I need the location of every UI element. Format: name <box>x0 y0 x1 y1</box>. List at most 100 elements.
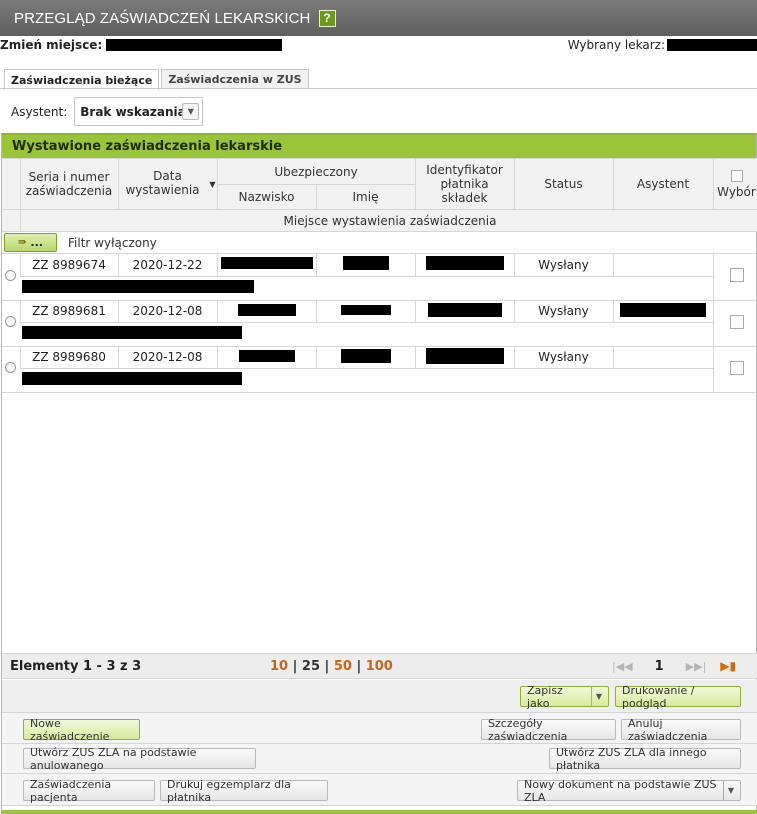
row-place <box>2 276 757 301</box>
row-select-cell <box>712 300 757 347</box>
zus-from-cancelled-button[interactable]: Utwórz ZUS ZLA na podstawie anulowanego <box>23 746 256 772</box>
cell-status: Wysłany <box>513 254 613 277</box>
page-size-25[interactable]: 25 <box>302 659 320 674</box>
tab-bar: Zaświadczenia bieżące Zaświadczenia w ZU… <box>4 69 311 90</box>
last-page-icon[interactable]: ▶▮ <box>720 659 736 673</box>
print-payer-copy-button[interactable]: Drukuj egzemplarz dla płatnika <box>160 778 328 804</box>
certificates-table: Seria i numer zaświadczenia Data wystawi… <box>2 158 757 232</box>
row-radio[interactable] <box>5 362 17 373</box>
tab-divider <box>0 88 757 89</box>
row-checkbox[interactable] <box>729 360 744 375</box>
cell-status: Wysłany <box>513 300 613 323</box>
cell-date: 2020-12-08 <box>117 346 217 369</box>
cell-date: 2020-12-08 <box>117 300 217 323</box>
radio-column-header <box>2 158 21 210</box>
redacted-doctor <box>667 39 757 51</box>
column-payer-id[interactable]: Identyfikator płatnika składek <box>414 158 515 210</box>
column-assistant[interactable]: Asystent <box>612 158 714 210</box>
cell-status: Wysłany <box>513 346 613 369</box>
filter-button-label: ... <box>30 236 43 249</box>
cell-date: 2020-12-22 <box>117 254 217 277</box>
new-certificate-button[interactable]: Nowe zaświadczenie <box>23 717 140 743</box>
save-as-button[interactable]: Zapisz jako ▼ <box>520 684 609 710</box>
chevron-down-icon[interactable]: ▼ <box>182 103 200 120</box>
radio-column-sub <box>2 209 21 232</box>
row-place <box>2 322 757 347</box>
tab-zus-certificates[interactable]: Zaświadczenia w ZUS <box>161 69 309 89</box>
table-row[interactable]: ZZ 8989681 2020-12-08 Wysłany <box>2 300 757 347</box>
cell-place <box>20 322 713 347</box>
certificate-details-button[interactable]: Szczegóły zaświadczenia <box>481 717 616 743</box>
action-area: Zapisz jako ▼ Drukowanie / podgląd Nowe … <box>2 680 757 806</box>
certificates-panel: Wystawione zaświadczenia lekarskie Seria… <box>1 133 757 814</box>
table-row[interactable]: ZZ 8989674 2020-12-22 Wysłany <box>2 254 757 301</box>
row-radio-cell <box>2 346 20 393</box>
column-surname[interactable]: Nazwisko <box>216 184 317 210</box>
page-size-50[interactable]: 50 <box>334 659 352 674</box>
column-date[interactable]: Data wystawienia ▼ <box>117 158 218 210</box>
actions-row-3: Utwórz ZUS ZLA na podstawie anulowanego … <box>2 744 757 774</box>
panel-title: Wystawione zaświadczenia lekarskie <box>2 133 756 158</box>
redacted-place <box>106 39 283 51</box>
column-status[interactable]: Status <box>513 158 614 210</box>
new-document-button[interactable]: Nowy dokument na podstawie ZUS ZLA ▼ <box>517 778 741 804</box>
page-size-options: 10 | 25 | 50 | 100 <box>270 658 393 674</box>
row-checkbox[interactable] <box>729 268 744 283</box>
assistant-select-value: Brak wskazania <box>80 104 186 119</box>
row-place <box>2 368 757 393</box>
row-radio[interactable] <box>5 316 17 327</box>
change-place-link[interactable]: Zmień miejsce: <box>0 38 102 52</box>
cell-assistant <box>612 346 713 369</box>
items-count: Elementy 1 - 3 z 3 <box>10 658 142 674</box>
cell-series: ZZ 8989681 <box>19 300 118 323</box>
first-page-icon[interactable]: |◀◀ <box>612 660 633 673</box>
cell-series: ZZ 8989674 <box>19 254 118 277</box>
cell-surname <box>216 300 316 323</box>
bottom-accent <box>1 810 757 814</box>
sort-desc-icon: ▼ <box>209 180 216 189</box>
cell-payer <box>414 254 514 277</box>
cell-name <box>315 346 415 369</box>
row-radio[interactable] <box>5 269 17 281</box>
filter-arrow-icon: ⇛ <box>18 237 27 248</box>
actions-row-4: Zaświadczenia pacjenta Drukuj egzemplarz… <box>2 774 757 806</box>
cell-surname <box>216 346 316 369</box>
tab-current-certificates[interactable]: Zaświadczenia bieżące <box>4 69 160 90</box>
certificates-rows: ZZ 8989674 2020-12-22 Wysłany ZZ 8989681… <box>2 254 757 393</box>
help-icon[interactable]: ? <box>318 9 336 27</box>
pagination-bar: Elementy 1 - 3 z 3 10 | 25 | 50 | 100 |◀… <box>2 653 757 679</box>
cell-payer <box>414 346 514 369</box>
cancel-certificates-button[interactable]: Anuluj zaświadczenia <box>621 717 741 743</box>
page-size-100[interactable]: 100 <box>366 659 393 674</box>
filter-status: Filtr wyłączony <box>68 235 157 250</box>
actions-row-2: Nowe zaświadczenie Szczegóły zaświadczen… <box>2 713 757 744</box>
patient-certificates-button[interactable]: Zaświadczenia pacjenta <box>23 778 155 804</box>
cell-name <box>315 254 415 277</box>
column-select: Wybór <box>712 158 757 210</box>
filter-button[interactable]: ⇛ ... <box>4 233 57 252</box>
table-row[interactable]: ZZ 8989680 2020-12-08 Wysłany <box>2 346 757 393</box>
page-size-10[interactable]: 10 <box>270 659 288 674</box>
current-page: 1 <box>654 658 664 674</box>
row-select-cell <box>712 346 757 393</box>
next-page-icon[interactable]: ▶▶| <box>686 660 707 673</box>
actions-row-1: Zapisz jako ▼ Drukowanie / podgląd <box>2 680 757 713</box>
info-bar: Zmień miejsce: Wybrany lekarz: <box>0 37 757 53</box>
assistant-label: Asystent: <box>11 104 68 119</box>
chevron-down-icon[interactable]: ▼ <box>590 687 602 706</box>
column-name[interactable]: Imię <box>315 184 416 210</box>
print-preview-button[interactable]: Drukowanie / podgląd <box>615 684 741 710</box>
column-date-label: Data wystawienia <box>125 169 200 197</box>
zus-other-payer-button[interactable]: Utwórz ZUS ZLA dla innego płatnika <box>549 746 741 772</box>
cell-surname <box>216 254 316 277</box>
row-radio-cell <box>2 300 20 347</box>
row-checkbox[interactable] <box>729 314 744 329</box>
chevron-down-icon[interactable]: ▼ <box>722 781 734 800</box>
column-series[interactable]: Seria i numer zaświadczenia <box>19 158 119 210</box>
page-title: PRZEGLĄD ZAŚWIADCZEŃ LEKARSKICH <box>14 9 311 27</box>
cell-series: ZZ 8989680 <box>19 346 118 369</box>
cell-place <box>20 368 713 393</box>
select-all-checkbox[interactable] <box>730 169 743 182</box>
cell-assistant <box>612 300 713 323</box>
assistant-select[interactable]: Brak wskazania ▼ <box>74 97 204 126</box>
